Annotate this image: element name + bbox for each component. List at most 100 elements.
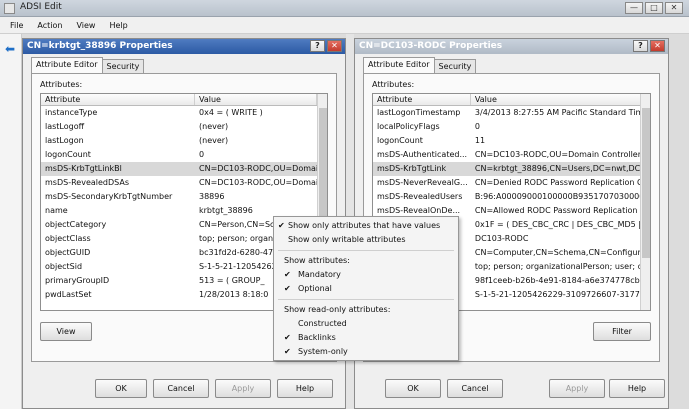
table-row[interactable]: lastLogon (never) (41, 134, 327, 148)
back-arrow-icon[interactable]: ⬅ (3, 42, 17, 56)
close-button[interactable]: ✕ (665, 2, 683, 14)
column-value[interactable]: Value (471, 94, 650, 105)
tab-attribute-editor[interactable]: Attribute Editor (363, 57, 435, 73)
help-button[interactable]: Help (609, 379, 665, 398)
attribute-cell: localPolicyFlags (377, 122, 440, 131)
value-cell: CN=krbtgt_38896,CN=Users,DC=nwt,DC=co (474, 164, 650, 173)
attribute-cell: primaryGroupID (45, 276, 110, 285)
filter-button[interactable]: Filter (593, 322, 651, 341)
dialog-help-button[interactable]: ? (633, 40, 648, 52)
value-cell: DC103-RODC (474, 234, 529, 243)
table-row[interactable]: msDS-NeverRevealG... CN=Denied RODC Passw… (373, 176, 650, 190)
filter-context-menu: ✔ Show only attributes that have values … (273, 216, 459, 361)
menu-view[interactable]: View (76, 21, 95, 30)
menu-header-label: Show read-only attributes: (284, 305, 391, 314)
dialog-close-button[interactable]: ✕ (650, 40, 665, 52)
vertical-scrollbar[interactable] (640, 94, 650, 310)
attribute-cell: lastLogonTimestamp (377, 108, 461, 117)
help-button[interactable]: Help (277, 379, 333, 398)
table-header: Attribute Value (373, 94, 650, 106)
minimize-button[interactable]: — (625, 2, 643, 14)
tab-security[interactable]: Security (433, 59, 477, 73)
value-cell: CN=Allowed RODC Password Replication Gr (474, 206, 650, 215)
apply-button[interactable]: Apply (549, 379, 605, 398)
dialog-title-bar: CN=DC103-RODC Properties ? ✕ (355, 39, 668, 54)
attribute-cell: instanceType (45, 108, 98, 117)
menu-action[interactable]: Action (37, 21, 62, 30)
table-row[interactable]: lastLogonTimestamp 3/4/2013 8:27:55 AM Pa… (373, 106, 650, 120)
menu-item-constructed[interactable]: Constructed (274, 317, 458, 331)
table-row[interactable]: logonCount 11 (373, 134, 650, 148)
table-row[interactable]: instanceType 0x4 = ( WRITE ) (41, 106, 327, 120)
checkmark-icon: ✔ (284, 270, 291, 279)
table-row[interactable]: msDS-RevealedUsers B:96:A00009000100000B9… (373, 190, 650, 204)
table-row[interactable]: localPolicyFlags 0 (373, 120, 650, 134)
menu-item-mandatory[interactable]: ✔ Mandatory (274, 268, 458, 282)
value-cell: top; person; organizationalPerson; user;… (474, 262, 650, 271)
value-cell: 0x4 = ( WRITE ) (199, 108, 263, 117)
view-button[interactable]: View (40, 322, 92, 341)
attribute-cell: pwdLastSet (45, 290, 92, 299)
app-icon (4, 3, 15, 14)
attribute-cell: objectCategory (45, 220, 107, 229)
menu-item-label: Backlinks (298, 333, 336, 342)
value-cell: S-1-5-21-1205426229-3109726607-3177233 (474, 290, 650, 299)
checkmark-icon: ✔ (284, 347, 291, 356)
ok-button[interactable]: OK (385, 379, 441, 398)
menu-header-show-attributes: Show attributes: (274, 254, 458, 268)
menu-item-backlinks[interactable]: ✔ Backlinks (274, 331, 458, 345)
table-row[interactable]: lastLogoff (never) (41, 120, 327, 134)
table-row[interactable]: msDS-RevealedDSAs CN=DC103-RODC,OU=Domai (41, 176, 327, 190)
table-row[interactable]: msDS-SecondaryKrbTgtNumber 38896 (41, 190, 327, 204)
dialog-title: CN=krbtgt_38896 Properties (27, 41, 173, 51)
menu-item-show-writable[interactable]: Show only writable attributes (274, 233, 458, 247)
value-cell: 98f1ceeb-b26b-4e91-8184-a6e374778cb6 (474, 276, 645, 285)
menu-separator (278, 250, 454, 251)
column-value[interactable]: Value (195, 94, 317, 105)
apply-button[interactable]: Apply (215, 379, 271, 398)
menu-item-optional[interactable]: ✔ Optional (274, 282, 458, 296)
dialog-close-button[interactable]: ✕ (327, 40, 342, 52)
maximize-button[interactable]: □ (645, 2, 663, 14)
attribute-cell: lastLogoff (45, 122, 85, 131)
column-attribute[interactable]: Attribute (373, 94, 471, 105)
tab-security[interactable]: Security (101, 59, 145, 73)
menu-item-label: Mandatory (298, 270, 341, 279)
attribute-cell: msDS-KrbTgtLink (377, 164, 447, 173)
value-cell: 0 (199, 150, 205, 159)
menu-separator (278, 299, 454, 300)
attribute-cell: logonCount (377, 136, 423, 145)
table-row[interactable]: msDS-Authenticated... CN=DC103-RODC,OU=Do… (373, 148, 650, 162)
value-cell: (never) (199, 122, 229, 131)
menu-help[interactable]: Help (109, 21, 127, 30)
table-row[interactable]: logonCount 0 (41, 148, 327, 162)
menu-file[interactable]: File (10, 21, 23, 30)
window-title: ADSI Edit (20, 2, 62, 12)
menu-item-label: System-only (298, 347, 348, 356)
menu-header-label: Show attributes: (284, 256, 350, 265)
attribute-cell: msDS-NeverRevealG... (377, 178, 468, 187)
scrollbar-thumb[interactable] (642, 108, 650, 258)
dialog-help-button[interactable]: ? (310, 40, 325, 52)
attribute-cell: objectGUID (45, 248, 91, 257)
menu-item-show-with-values[interactable]: ✔ Show only attributes that have values (274, 219, 458, 233)
dialog-title: CN=DC103-RODC Properties (359, 41, 503, 51)
ok-button[interactable]: OK (95, 379, 147, 398)
left-toolbar: ⬅ (0, 34, 22, 409)
table-row-selected[interactable]: msDS-KrbTgtLinkBl CN=DC103-RODC,OU=Domai (41, 162, 327, 176)
menu-item-label: Optional (298, 284, 332, 293)
column-attribute[interactable]: Attribute (41, 94, 195, 105)
value-cell: 38896 (199, 192, 225, 201)
table-row-selected[interactable]: msDS-KrbTgtLink CN=krbtgt_38896,CN=Users,… (373, 162, 650, 176)
attribute-cell: msDS-SecondaryKrbTgtNumber (45, 192, 173, 201)
menu-header-show-readonly: Show read-only attributes: (274, 303, 458, 317)
cancel-button[interactable]: Cancel (447, 379, 503, 398)
tab-attribute-editor[interactable]: Attribute Editor (31, 57, 103, 73)
value-cell: 3/4/2013 8:27:55 AM Pacific Standard Tim… (474, 108, 649, 117)
menu-item-system-only[interactable]: ✔ System-only (274, 345, 458, 359)
cancel-button[interactable]: Cancel (153, 379, 209, 398)
value-cell: B:96:A00009000100000B9351707030000 (474, 192, 645, 201)
menu-item-label: Show only writable attributes (288, 235, 406, 244)
dialog-title-bar: CN=krbtgt_38896 Properties ? ✕ (23, 39, 345, 54)
value-cell: CN=Computer,CN=Schema,CN=Configuration (474, 248, 650, 257)
